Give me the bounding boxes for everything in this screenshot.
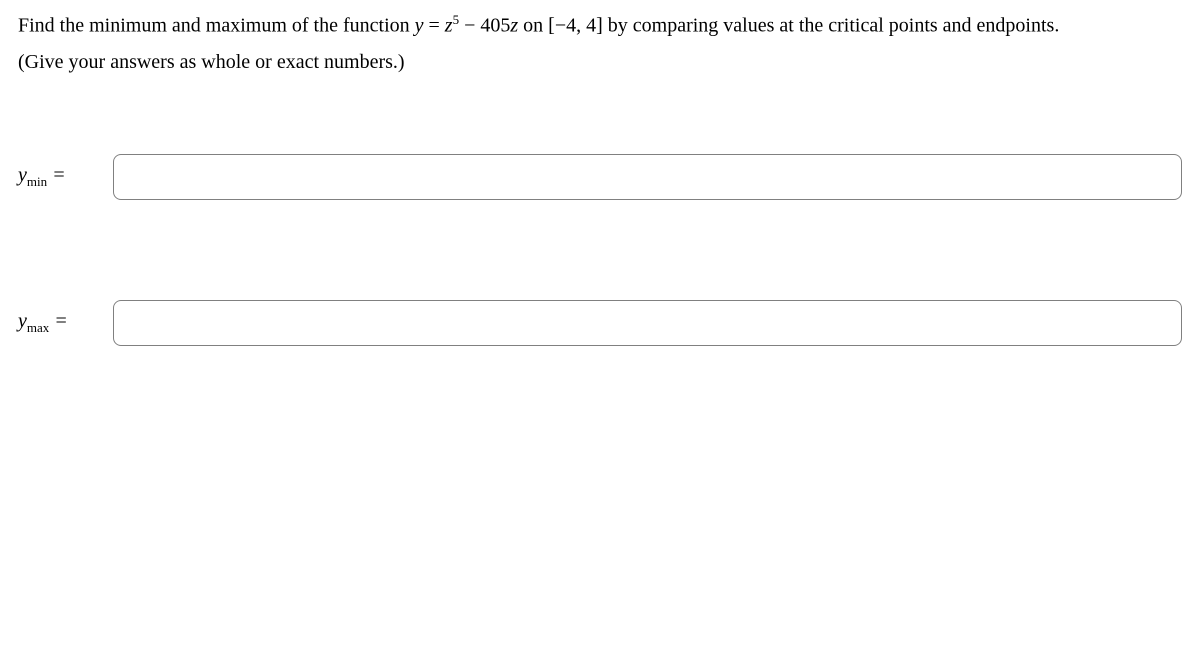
ymin-input[interactable] xyxy=(113,154,1182,200)
ymin-row: ymin = xyxy=(18,154,1182,200)
equals-sign: = xyxy=(424,15,445,37)
ymin-y: y xyxy=(18,164,27,186)
y-var: y xyxy=(415,15,424,37)
ymax-label: ymax = xyxy=(18,310,113,336)
minus-coeff: − 405 xyxy=(459,15,510,37)
z-var: z xyxy=(445,15,453,37)
ymin-eq: = xyxy=(47,164,66,186)
ymax-eq: = xyxy=(49,310,68,332)
z-var-2: z xyxy=(510,15,518,37)
problem-statement: Find the minimum and maximum of the func… xyxy=(18,10,1182,41)
ymin-sub: min xyxy=(27,174,47,189)
ymax-y: y xyxy=(18,310,27,332)
instruction-text: (Give your answers as whole or exact num… xyxy=(18,51,1182,74)
ymax-row: ymax = xyxy=(18,300,1182,346)
problem-text-before: Find the minimum and maximum of the func… xyxy=(18,15,415,37)
ymin-label: ymin = xyxy=(18,164,113,190)
ymax-input[interactable] xyxy=(113,300,1182,346)
ymax-sub: max xyxy=(27,320,49,335)
interval-text: on [−4, 4] by comparing values at the cr… xyxy=(518,15,1059,37)
